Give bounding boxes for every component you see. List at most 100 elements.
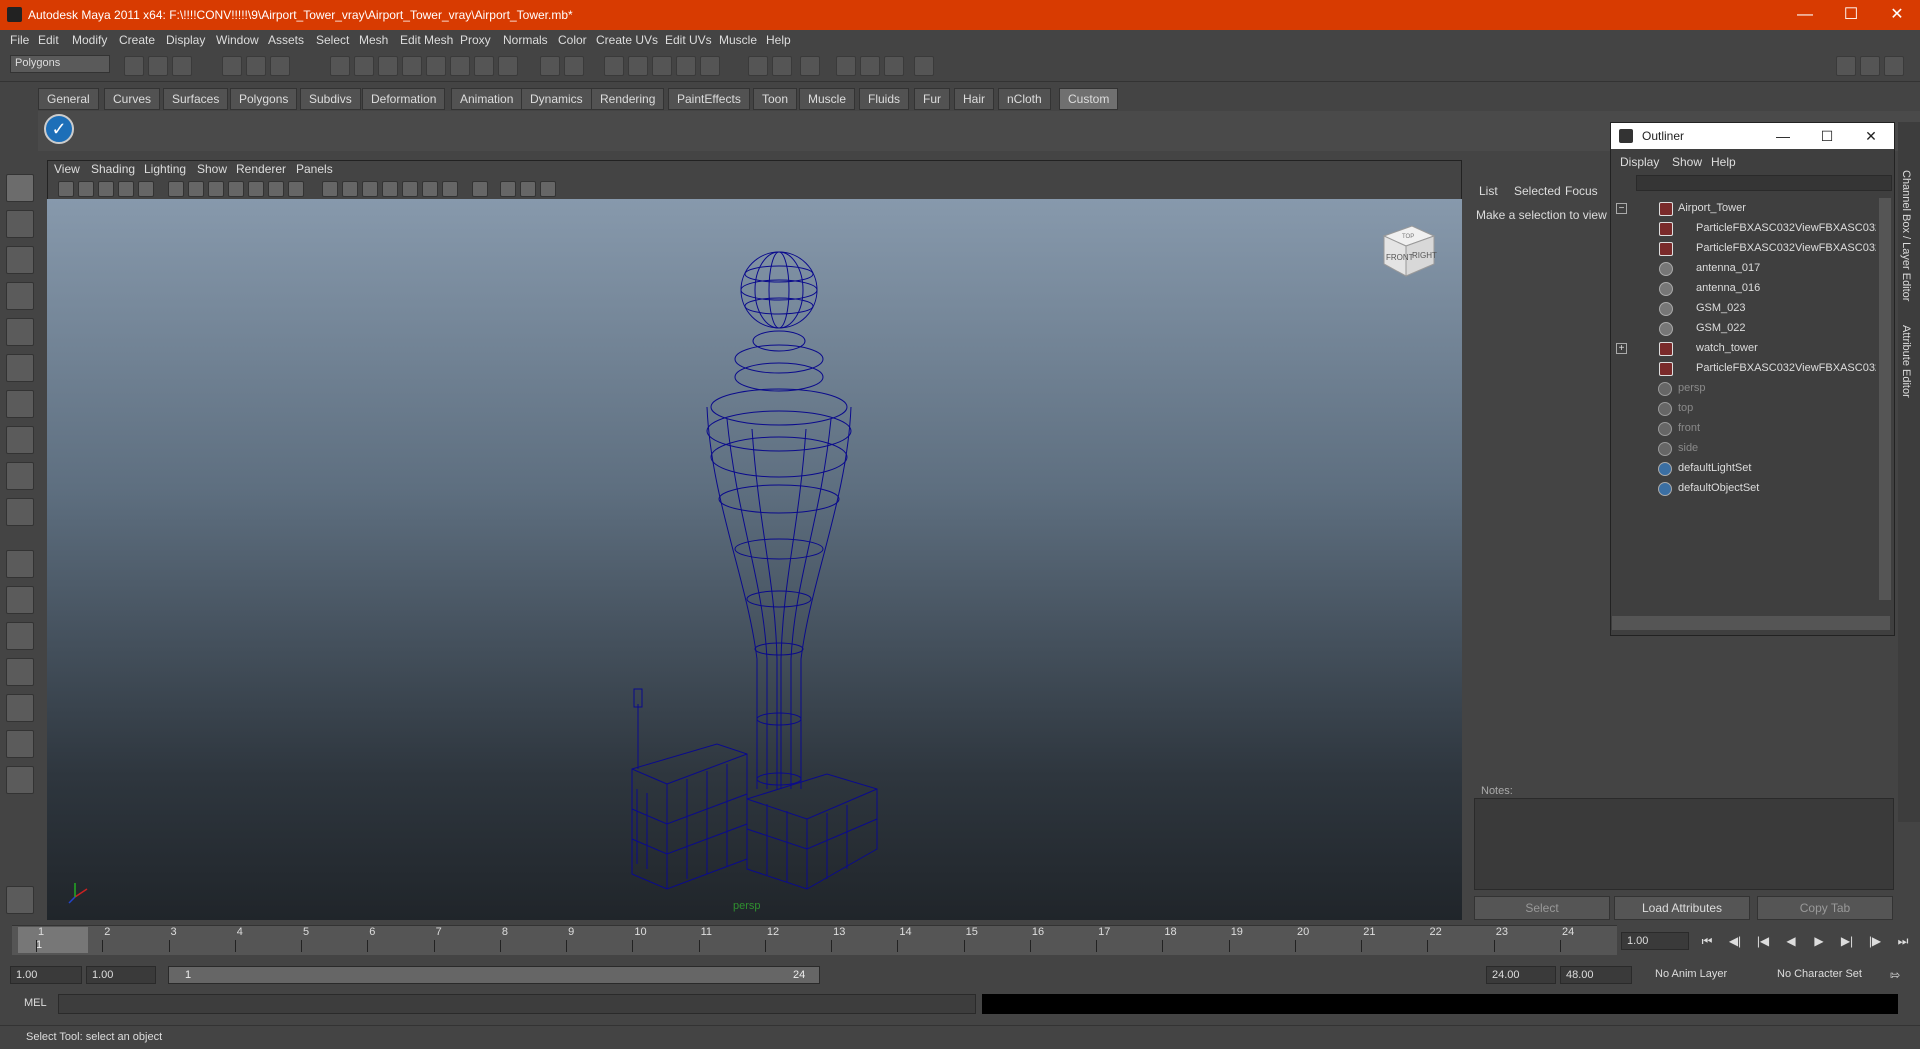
outliner-maximize-icon[interactable]: ☐ xyxy=(1805,123,1849,149)
step-back-key-icon[interactable]: |◀ xyxy=(1754,934,1772,950)
layout-two-pane-icon[interactable] xyxy=(6,622,34,650)
shelf-tab-hair[interactable]: Hair xyxy=(954,88,995,110)
shelf-tab-dynamics[interactable]: Dynamics xyxy=(521,88,592,110)
select-tool-icon[interactable] xyxy=(6,174,34,202)
ipr-render-icon[interactable] xyxy=(628,56,648,76)
layout-four-pane-icon[interactable] xyxy=(6,586,34,614)
film-gate-icon[interactable] xyxy=(188,181,204,197)
outliner-minimize-icon[interactable]: — xyxy=(1761,123,1805,149)
attribute-editor-toggle-icon[interactable] xyxy=(772,56,792,76)
outliner-item[interactable]: front xyxy=(1614,420,1876,438)
hypershade-icon[interactable] xyxy=(676,56,696,76)
step-back-frame-icon[interactable]: ◀| xyxy=(1726,934,1744,950)
shelf-tab-muscle[interactable]: Muscle xyxy=(799,88,856,110)
shadows-icon[interactable] xyxy=(442,181,458,197)
outliner-item[interactable]: side xyxy=(1614,440,1876,458)
close-icon[interactable]: ✕ xyxy=(1874,0,1920,30)
render-icon[interactable] xyxy=(474,56,494,76)
layout-dropdown-icon[interactable] xyxy=(6,766,34,794)
start-time-field[interactable]: 1.00 xyxy=(10,966,82,984)
viewcube[interactable]: FRONT RIGHT TOP xyxy=(1376,218,1438,280)
shelf-tab-surfaces[interactable]: Surfaces xyxy=(163,88,229,110)
notes-textarea[interactable] xyxy=(1474,798,1894,890)
layout-channel-icon[interactable] xyxy=(1884,56,1904,76)
snap-curve-icon[interactable] xyxy=(354,56,374,76)
shelf-tab-general[interactable]: General xyxy=(38,88,99,110)
ae-menu-focus[interactable]: Focus xyxy=(1565,184,1598,198)
shelf-tab-animation[interactable]: Animation xyxy=(451,88,523,110)
channel-box-toggle-icon[interactable] xyxy=(836,56,856,76)
load-attributes-button[interactable]: Load Attributes xyxy=(1614,896,1750,920)
current-time-field[interactable]: 1.00 xyxy=(1621,932,1689,950)
menu-mesh[interactable]: Mesh xyxy=(359,33,388,47)
step-forward-frame-icon[interactable]: |▶ xyxy=(1866,934,1884,950)
show-manipulator-icon[interactable] xyxy=(6,462,34,490)
isolate-select-icon[interactable] xyxy=(472,181,488,197)
shelf-tab-polygons[interactable]: Polygons xyxy=(230,88,298,110)
outliner-item[interactable]: defaultObjectSet xyxy=(1614,480,1876,498)
shelf-tab-fluids[interactable]: Fluids xyxy=(859,88,910,110)
manipulator-tool-icon[interactable] xyxy=(6,390,34,418)
viewport-canvas[interactable] xyxy=(47,199,1462,920)
viewport-menu-shading[interactable]: Shading xyxy=(91,162,135,176)
outliner-item[interactable]: top xyxy=(1614,400,1876,418)
attribute-editor-tab[interactable]: Attribute Editor xyxy=(1900,325,1912,398)
menu-create[interactable]: Create xyxy=(119,33,155,47)
make-live-icon[interactable] xyxy=(426,56,446,76)
shelf-tab-deformation[interactable]: Deformation xyxy=(362,88,446,110)
viewport-menu-renderer[interactable]: Renderer xyxy=(236,162,286,176)
select-hierarchy-icon[interactable] xyxy=(222,56,242,76)
smooth-shade-icon[interactable] xyxy=(342,181,358,197)
input-line-icon[interactable] xyxy=(748,56,768,76)
snap-grid-icon[interactable] xyxy=(330,56,350,76)
layout-outliner-persp-icon[interactable] xyxy=(6,730,34,758)
outliner-item[interactable]: ParticleFBXASC032ViewFBXASC032 xyxy=(1614,220,1876,238)
outliner-item[interactable]: antenna_016 xyxy=(1614,280,1876,298)
step-forward-key-icon[interactable]: ▶| xyxy=(1838,934,1856,950)
anim-layer-select[interactable]: No Anim Layer xyxy=(1650,966,1760,984)
menu-proxy[interactable]: Proxy xyxy=(460,33,491,47)
layout-single-icon[interactable] xyxy=(1836,56,1856,76)
time-slider[interactable] xyxy=(12,925,1617,955)
shelf-tab-painteffects[interactable]: PaintEffects xyxy=(668,88,750,110)
open-scene-icon[interactable] xyxy=(148,56,168,76)
outliner-item[interactable]: GSM_022 xyxy=(1614,320,1876,338)
viewport-menu-lighting[interactable]: Lighting xyxy=(144,162,186,176)
menu-color[interactable]: Color xyxy=(558,33,587,47)
viewport-menu-show[interactable]: Show xyxy=(197,162,227,176)
collapse-icon[interactable]: − xyxy=(1616,203,1627,214)
end-time-field[interactable]: 48.00 xyxy=(1560,966,1632,984)
outliner-horizontal-scrollbar[interactable] xyxy=(1612,616,1890,630)
shelf-tab-subdivs[interactable]: Subdivs xyxy=(300,88,361,110)
current-frame-indicator[interactable]: 1 xyxy=(18,927,88,953)
snap-point-icon[interactable] xyxy=(378,56,398,76)
menu-modify[interactable]: Modify xyxy=(72,33,107,47)
outliner-item[interactable]: − Airport_Tower xyxy=(1614,200,1876,218)
wireframe-on-shaded-icon[interactable] xyxy=(362,181,378,197)
layout-outliner-icon[interactable] xyxy=(1860,56,1880,76)
render-current-icon[interactable] xyxy=(604,56,624,76)
menu-file[interactable]: File xyxy=(10,33,29,47)
grease-pencil-icon[interactable] xyxy=(138,181,154,197)
quick-layout-icon[interactable] xyxy=(6,886,34,914)
menu-set-select[interactable]: Polygons xyxy=(10,55,110,73)
menu-assets[interactable]: Assets xyxy=(268,33,304,47)
layout-hypershade-icon[interactable] xyxy=(6,694,34,722)
menu-create-uvs[interactable]: Create UVs xyxy=(596,33,658,47)
play-forwards-icon[interactable]: ▶ xyxy=(1810,934,1828,950)
clapper-icon[interactable] xyxy=(914,56,934,76)
history-icon[interactable] xyxy=(450,56,470,76)
layout-graph-icon[interactable] xyxy=(6,658,34,686)
shelf-tab-curves[interactable]: Curves xyxy=(104,88,161,110)
field-chart-icon[interactable] xyxy=(248,181,264,197)
high-quality-icon[interactable] xyxy=(540,181,556,197)
outliner-menu-show[interactable]: Show xyxy=(1672,155,1702,169)
selection-field-icon[interactable] xyxy=(564,56,584,76)
camera-attributes-icon[interactable] xyxy=(58,181,74,197)
render-view-icon[interactable] xyxy=(700,56,720,76)
checkmark-shelf-icon[interactable]: ✓ xyxy=(44,114,74,144)
expand-icon[interactable]: + xyxy=(1616,343,1627,354)
shelf-tab-toon[interactable]: Toon xyxy=(753,88,798,110)
viewport-menu-view[interactable]: View xyxy=(54,162,80,176)
play-backwards-icon[interactable]: ◀ xyxy=(1782,934,1800,950)
